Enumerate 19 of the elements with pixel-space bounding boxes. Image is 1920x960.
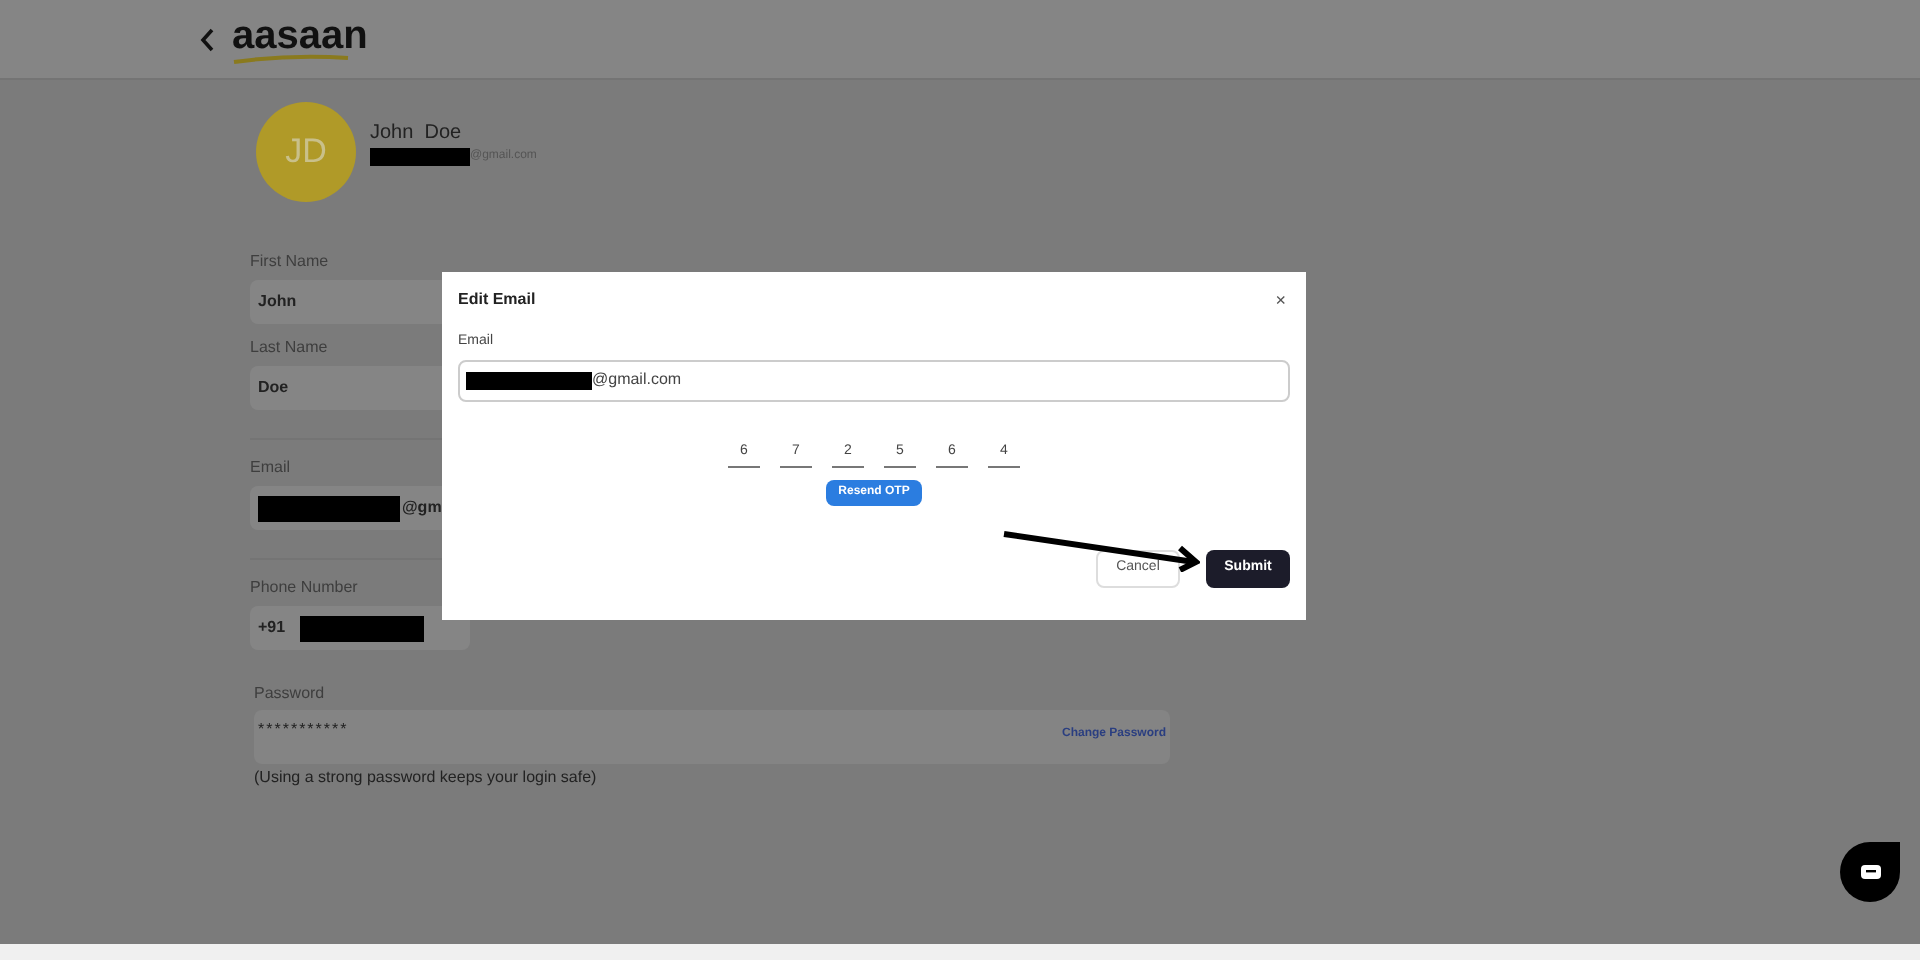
arrow-icon bbox=[1000, 528, 1200, 572]
logo[interactable]: aasaan bbox=[232, 15, 368, 63]
email-field[interactable]: @gmail.com bbox=[458, 359, 1290, 401]
field-label: Phone Number bbox=[250, 576, 360, 600]
field-label: First Name bbox=[250, 250, 331, 274]
avatar: JD bbox=[256, 102, 356, 202]
password-hint: (Using a strong password keeps your login safe) bbox=[254, 766, 599, 790]
chat-button[interactable] bbox=[1840, 842, 1900, 902]
field-label: Password bbox=[254, 682, 327, 706]
redaction-bar bbox=[258, 495, 400, 521]
redaction-bar bbox=[299, 615, 424, 641]
chat-icon bbox=[1859, 864, 1881, 880]
field-label: Email bbox=[250, 456, 293, 480]
back-icon[interactable] bbox=[200, 27, 216, 51]
text-field[interactable]: +91 bbox=[250, 606, 470, 650]
redaction-bar bbox=[370, 148, 470, 166]
close-button[interactable]: × bbox=[1275, 291, 1286, 309]
redaction-bar bbox=[466, 371, 592, 389]
profile-name: John Doe bbox=[370, 120, 464, 148]
